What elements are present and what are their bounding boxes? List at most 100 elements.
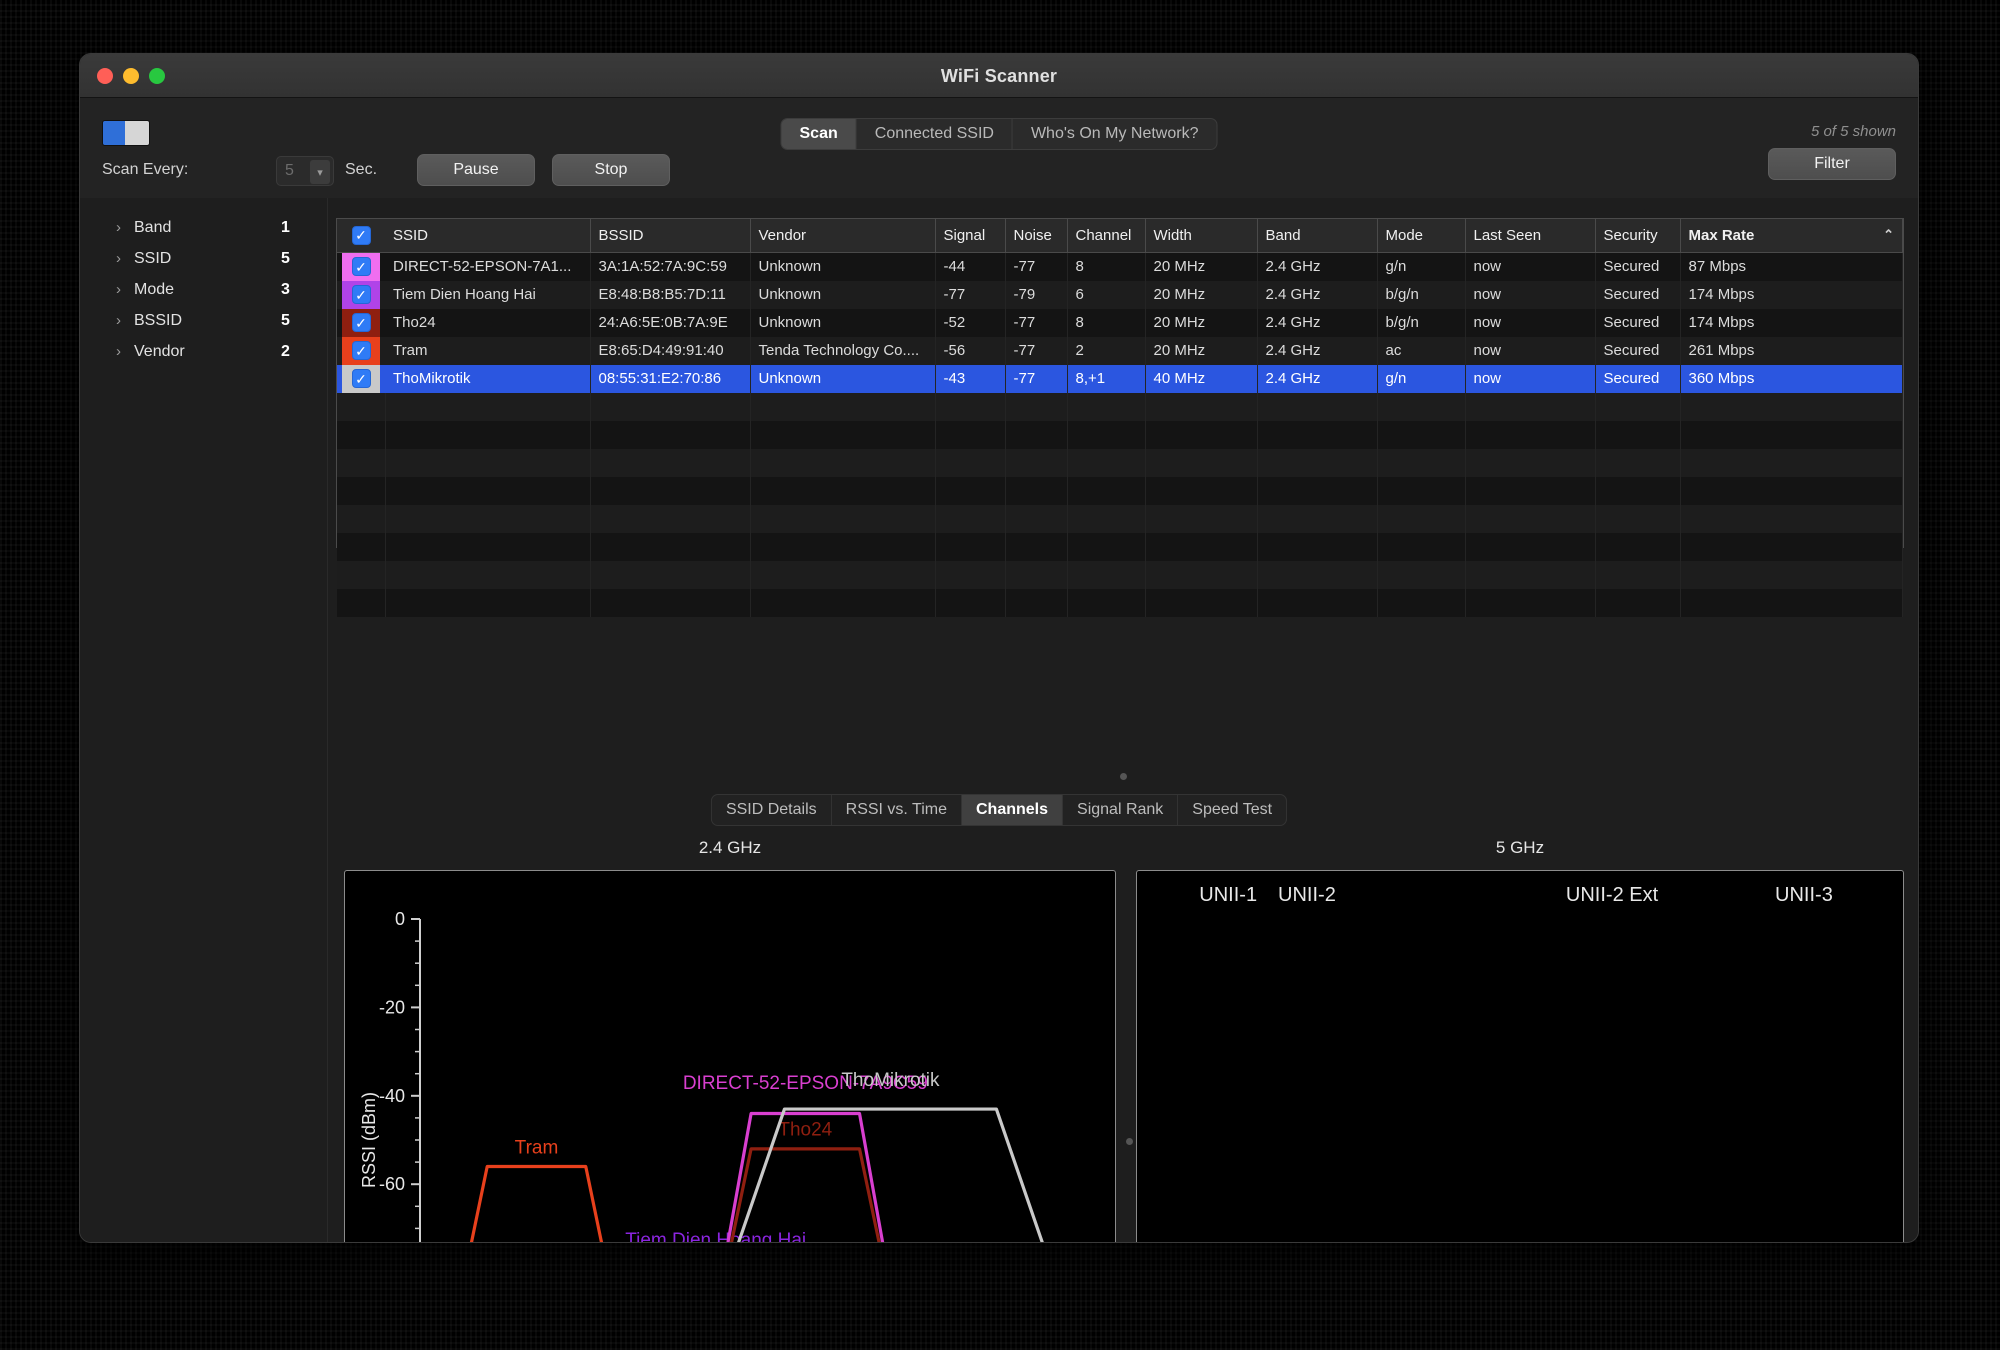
close-button[interactable] xyxy=(97,68,113,84)
cell-mode: b/g/n xyxy=(1377,308,1466,337)
maximize-button[interactable] xyxy=(149,68,165,84)
cell-mode: b/g/n xyxy=(1377,280,1466,309)
column-header-bssid[interactable]: BSSID xyxy=(590,219,751,253)
chevron-down-icon[interactable]: ▾ xyxy=(310,160,330,184)
column-header-security[interactable]: Security xyxy=(1595,219,1681,253)
tab-whos-on-my-network[interactable]: Who's On My Network? xyxy=(1013,119,1217,149)
tab-signal-rank[interactable]: Signal Rank xyxy=(1063,795,1179,825)
table-row[interactable]: ✓ Tram E8:65:D4:49:91:40 Tenda Technology C… xyxy=(337,336,1903,365)
chart-5ghz-plot[interactable]: 3438424652601001081161241321401531615 GH… xyxy=(1136,870,1904,1242)
empty-cell xyxy=(1145,504,1258,533)
table-row[interactable]: ✓ ThoMikrotik 08:55:31:E2:70:86 Unknown -43-… xyxy=(337,364,1903,393)
column-header-signal[interactable]: Signal xyxy=(935,219,1006,253)
empty-cell xyxy=(1465,392,1596,421)
row-checkbox-cell[interactable]: ✓ xyxy=(337,364,385,393)
unii-band-label: UNII-2 xyxy=(1278,884,1336,906)
empty-cell xyxy=(1377,420,1466,449)
row-checkbox-cell[interactable]: ✓ xyxy=(337,280,385,309)
main-tabbar[interactable]: Scan Connected SSID Who's On My Network? xyxy=(780,118,1218,150)
chevron-right-icon[interactable]: › xyxy=(116,312,134,329)
checkbox-icon[interactable]: ✓ xyxy=(351,285,371,304)
cell-last-seen: now xyxy=(1465,252,1596,281)
table-row[interactable]: ✓ Tho24 24:A6:5E:0B:7A:9E Unknown -52 -77 8 20 … xyxy=(337,308,1903,337)
ssid-color-swatch: ✓ xyxy=(342,308,380,337)
empty-cell xyxy=(935,504,1006,533)
column-header-noise[interactable]: Noise xyxy=(1005,219,1068,253)
empty-cell xyxy=(1067,448,1146,477)
window-controls[interactable] xyxy=(97,68,165,84)
cell-width: 40 MHz xyxy=(1145,364,1258,393)
cell-band: 2.4 GHz xyxy=(1257,364,1378,393)
tab-rssi-vs-time[interactable]: RSSI vs. Time xyxy=(832,795,962,825)
empty-cell xyxy=(1145,532,1258,561)
sidebar-item-vendor[interactable]: › Vendor 2 xyxy=(80,336,327,367)
sidebar-item-ssid[interactable]: › SSID 5 xyxy=(80,243,327,274)
column-header-max-rate[interactable]: Max Rate ⌃ xyxy=(1680,219,1903,253)
table-empty-row xyxy=(337,504,1903,533)
column-header-mode[interactable]: Mode xyxy=(1377,219,1466,253)
chevron-right-icon[interactable]: › xyxy=(116,219,134,236)
column-header-channel[interactable]: Channel xyxy=(1067,219,1146,253)
checkbox-icon[interactable]: ✓ xyxy=(351,257,371,276)
tab-ssid-details[interactable]: SSID Details xyxy=(712,795,832,825)
layout-toggle-icon[interactable] xyxy=(102,120,150,146)
empty-cell xyxy=(750,420,936,449)
checkbox-icon[interactable]: ✓ xyxy=(351,369,371,388)
scan-every-label: Scan Every: xyxy=(102,161,189,178)
sidebar-item-bssid[interactable]: › BSSID 5 xyxy=(80,305,327,336)
layout-toggle-right xyxy=(125,121,149,145)
panel-resize-handle[interactable] xyxy=(1120,773,1127,780)
table-row[interactable]: ✓ DIRECT-52-EPSON-7A1... 3A:1A:52:7A:9C:59… xyxy=(337,252,1903,281)
cell-noise: -77 xyxy=(1005,308,1068,337)
select-all-checkbox-header[interactable]: ✓ xyxy=(337,219,385,253)
tab-connected-ssid[interactable]: Connected SSID xyxy=(857,119,1013,149)
empty-cell xyxy=(1005,588,1068,617)
charts-splitter-handle[interactable] xyxy=(1126,1138,1133,1145)
empty-cell xyxy=(750,392,936,421)
chevron-right-icon[interactable]: › xyxy=(116,281,134,298)
empty-cell xyxy=(1005,448,1068,477)
empty-cell xyxy=(1067,392,1146,421)
sidebar-item-mode[interactable]: › Mode 3 xyxy=(80,274,327,305)
checkbox-icon[interactable]: ✓ xyxy=(351,225,371,245)
chevron-right-icon[interactable]: › xyxy=(116,343,134,360)
detail-tabbar[interactable]: SSID Details RSSI vs. Time Channels Sign… xyxy=(710,794,1288,826)
table-row[interactable]: ✓ Tiem Dien Hoang Hai E8:48:B8:B5:7D:11 Unk… xyxy=(337,280,1903,309)
cell-ssid: Tho24 xyxy=(385,308,591,337)
minimize-button[interactable] xyxy=(123,68,139,84)
y-tick-label: -40 xyxy=(379,1086,405,1106)
row-checkbox-cell[interactable]: ✓ xyxy=(337,336,385,365)
cell-max-rate: 174 Mbps xyxy=(1680,308,1903,337)
column-header-width[interactable]: Width xyxy=(1145,219,1258,253)
cell-mode: ac xyxy=(1377,336,1466,365)
chart-24ghz-plot[interactable]: 0-20-40-60-80-100RSSI (dBm)1234567891011… xyxy=(344,870,1116,1243)
sidebar-item-band[interactable]: › Band 1 xyxy=(80,212,327,243)
row-checkbox-cell[interactable]: ✓ xyxy=(337,252,385,281)
pause-button[interactable]: Pause xyxy=(417,154,535,186)
tab-scan[interactable]: Scan xyxy=(781,119,857,149)
empty-cell xyxy=(1145,588,1258,617)
scan-interval-select[interactable]: 5 ▾ xyxy=(276,156,334,186)
stop-button[interactable]: Stop xyxy=(552,154,670,186)
column-header-vendor[interactable]: Vendor xyxy=(750,219,936,253)
filter-button[interactable]: Filter xyxy=(1768,148,1896,180)
sort-ascending-icon[interactable]: ⌃ xyxy=(1883,227,1894,243)
series-label: Tiem Dien Hoang Hai xyxy=(625,1230,806,1243)
empty-cell xyxy=(1257,420,1378,449)
column-header-band[interactable]: Band xyxy=(1257,219,1378,253)
unii-band-label: UNII-2 Ext xyxy=(1566,884,1659,906)
chevron-right-icon[interactable]: › xyxy=(116,250,134,267)
column-header-ssid[interactable]: SSID xyxy=(385,219,591,253)
access-point-table[interactable]: ✓ SSID BSSID Vendor Signal Noise Channel… xyxy=(336,218,1904,617)
table-body[interactable]: ✓ DIRECT-52-EPSON-7A1... 3A:1A:52:7A:9C:59… xyxy=(337,252,1903,617)
cell-noise: -77 xyxy=(1005,336,1068,365)
checkbox-icon[interactable]: ✓ xyxy=(351,341,371,360)
column-header-last-seen[interactable]: Last Seen xyxy=(1465,219,1596,253)
row-checkbox-cell[interactable]: ✓ xyxy=(337,308,385,337)
empty-cell xyxy=(750,504,936,533)
empty-cell xyxy=(935,420,1006,449)
empty-cell xyxy=(1377,476,1466,505)
tab-speed-test[interactable]: Speed Test xyxy=(1178,795,1286,825)
checkbox-icon[interactable]: ✓ xyxy=(351,313,371,332)
tab-channels[interactable]: Channels xyxy=(962,795,1064,825)
